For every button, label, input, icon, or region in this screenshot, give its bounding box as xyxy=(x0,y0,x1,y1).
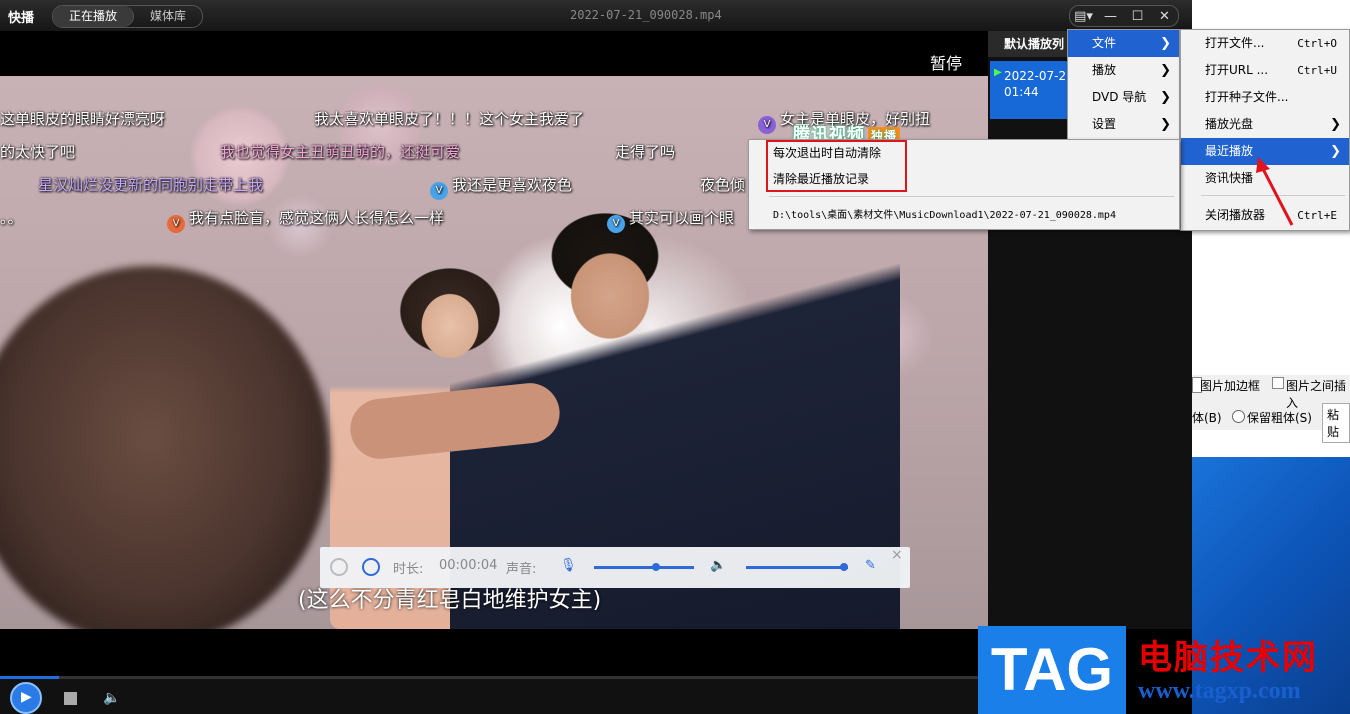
danmu-comment: 这单眼皮的眼睛好漂亮呀 xyxy=(0,110,166,128)
danmu-comment: 我太喜欢单眼皮了！！！这个女主我爱了 xyxy=(314,110,585,128)
checkbox[interactable] xyxy=(1272,377,1284,389)
option-label: 图片加边框 xyxy=(1200,379,1261,393)
mic-volume-slider[interactable] xyxy=(594,566,694,569)
danmu-comment: 夜色倾 xyxy=(700,176,746,194)
danmu-comment: V 我还是更喜欢夜色 xyxy=(430,174,572,200)
play-icon: ▶ xyxy=(21,689,32,705)
main-menu: 文件 ❯ 播放 ❯ DVD 导航 ❯ 设置 ❯ xyxy=(1067,29,1180,141)
danmu-comment: 的太快了吧 xyxy=(0,143,76,161)
playlist-item-duration: 01:44 xyxy=(1004,85,1039,99)
menu-item-settings[interactable]: 设置 ❯ xyxy=(1068,111,1179,138)
control-bar xyxy=(0,676,980,714)
close-icon[interactable]: ✕ xyxy=(1151,6,1178,26)
stop-icon[interactable] xyxy=(362,558,380,576)
word-toolbar-strip: 图片加边框 图片之间插入 体(B) 保留粗体(S) 粘贴 xyxy=(1192,375,1350,443)
pause-label: 暂停 xyxy=(930,54,963,73)
chevron-right-icon: ❯ xyxy=(1160,90,1171,105)
option-label: 体(B) xyxy=(1192,411,1222,425)
chevron-right-icon: ❯ xyxy=(1330,117,1341,132)
watermark-title: 电脑技术网 xyxy=(1138,638,1318,678)
main-menu-icon[interactable]: ▤▾ xyxy=(1070,6,1097,26)
danmu-comment: 。。 xyxy=(0,209,23,227)
highlight-box xyxy=(766,140,907,192)
window-title: 2022-07-21_090028.mp4 xyxy=(570,8,722,22)
chevron-right-icon: ❯ xyxy=(1160,36,1171,51)
app-logo: 快播 xyxy=(8,11,35,26)
vip-badge-icon: V xyxy=(430,182,448,200)
watermark-url: www.tagxp.com xyxy=(1138,678,1301,704)
speaker-volume-slider[interactable] xyxy=(746,566,848,569)
chevron-right-icon: ❯ xyxy=(1160,117,1171,132)
menu-item-open-url[interactable]: 打开URL ... Ctrl+U xyxy=(1181,57,1349,84)
menu-item-file[interactable]: 文件 ❯ xyxy=(1068,30,1179,57)
sound-label: 声音: xyxy=(506,562,537,577)
chevron-right-icon: ❯ xyxy=(1160,63,1171,78)
title-bar: 快播 正在播放 媒体库 2022-07-21_090028.mp4 ▤▾ — ☐… xyxy=(0,0,1192,32)
edit-icon[interactable]: ✎ xyxy=(865,558,876,573)
annotation-arrow-icon xyxy=(1256,157,1294,226)
window-controls: ▤▾ — ☐ ✕ xyxy=(1069,5,1179,27)
menu-item-open-file[interactable]: 打开文件... Ctrl+O xyxy=(1181,30,1349,57)
menu-item-dvd[interactable]: DVD 导航 ❯ xyxy=(1068,84,1179,111)
top-tabs: 正在播放 媒体库 xyxy=(52,5,204,28)
progress-bar[interactable] xyxy=(0,676,980,679)
speaker-volume-knob[interactable] xyxy=(840,563,848,571)
vip-badge-icon: V xyxy=(167,215,185,233)
volume-panel: 时长: 00:00:04 声音: 🎙 🔈 ✎ × xyxy=(320,547,910,588)
duration-label: 时长: xyxy=(393,562,424,577)
tag-logo: TAG xyxy=(978,626,1126,714)
menu-item-play-disc[interactable]: 播放光盘 ❯ xyxy=(1181,111,1349,138)
paste-button[interactable]: 粘贴 xyxy=(1322,403,1350,443)
danmu-comment: V 我有点脸盲，感觉这俩人长得怎么一样 xyxy=(167,207,444,233)
chevron-right-icon: ❯ xyxy=(1330,144,1341,159)
vip-badge-icon: V xyxy=(607,215,625,233)
menu-item-recent-file[interactable]: D:\tools\桌面\素材文件\MusicDownload1\2022-07-… xyxy=(749,202,1179,229)
danmu-comment: 走得了吗 xyxy=(615,143,676,161)
radio-button[interactable] xyxy=(1232,410,1245,423)
danmu-comment: 星汉灿烂没更新的同胞别走带上我 xyxy=(38,176,264,194)
danmu-comment: V 其实可以画个眼 xyxy=(607,207,734,233)
menu-divider xyxy=(769,196,1174,197)
microphone-icon[interactable]: 🎙 xyxy=(560,558,577,573)
speaker-icon[interactable]: 🔈 xyxy=(710,558,726,573)
site-watermark: TAG 电脑技术网 www.tagxp.com xyxy=(978,626,1350,714)
menu-item-open-torrent[interactable]: 打开种子文件... xyxy=(1181,84,1349,111)
tab-media-library[interactable]: 媒体库 xyxy=(134,6,202,27)
vip-badge-icon: V xyxy=(758,116,776,134)
playing-indicator-icon: ▶ xyxy=(994,67,1002,78)
stop-button[interactable] xyxy=(64,692,77,705)
progress-fill xyxy=(0,676,59,679)
scene-foreground-blur xyxy=(0,266,330,629)
close-panel-icon[interactable]: × xyxy=(891,547,903,563)
play-button[interactable]: ▶ xyxy=(10,682,42,714)
play-icon[interactable] xyxy=(330,558,348,576)
duration-value: 00:00:04 xyxy=(439,558,498,573)
danmu-comment: 我也觉得女主丑萌丑萌的，还挺可爱 xyxy=(220,143,461,161)
minimize-icon[interactable]: — xyxy=(1097,6,1124,26)
option-label: 保留粗体(S) xyxy=(1247,411,1312,425)
menu-item-play[interactable]: 播放 ❯ xyxy=(1068,57,1179,84)
maximize-icon[interactable]: ☐ xyxy=(1124,6,1151,26)
mic-volume-knob[interactable] xyxy=(652,563,660,571)
tab-now-playing[interactable]: 正在播放 xyxy=(53,6,135,27)
volume-icon[interactable]: 🔈 xyxy=(103,690,120,706)
